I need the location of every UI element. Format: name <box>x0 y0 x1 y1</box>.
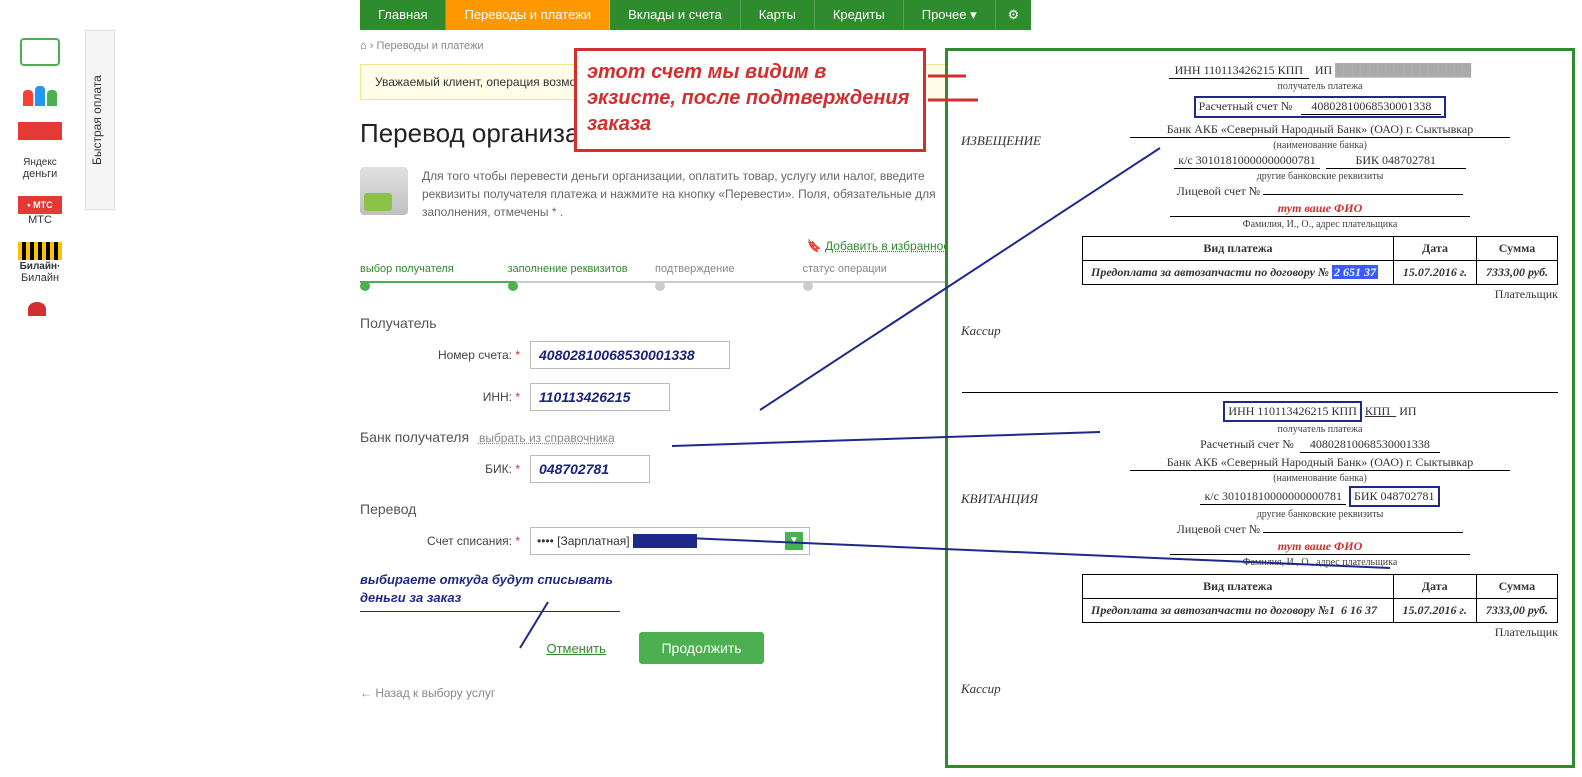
account-input[interactable] <box>530 341 730 369</box>
red-badge-icon <box>18 122 62 140</box>
sidebar-item-memory[interactable] <box>0 292 80 336</box>
yandex-label: деньги <box>23 168 58 180</box>
beeline-label: Билайн <box>21 272 59 284</box>
debit-account-label: Счет списания: * <box>360 534 530 548</box>
sidebar-item-phone[interactable] <box>0 30 80 74</box>
nav-main[interactable]: Главная <box>360 0 446 30</box>
inn-label: ИНН: * <box>360 390 530 404</box>
inn-highlight: ИНН 110113426215 КПП <box>1223 401 1361 422</box>
account-highlight: Расчетный счет № 40802810068530001338 <box>1194 96 1447 118</box>
sidebar-item-red[interactable] <box>0 114 80 148</box>
bookmark-icon: 🔖 <box>807 239 822 253</box>
nav-deposits[interactable]: Вклады и счета <box>610 0 741 30</box>
payment-table-2: Вид платежаДатаСумма Предоплата за автоз… <box>1082 574 1558 623</box>
section-recipient: Получатель <box>360 315 950 331</box>
cashier-label-2: Кассир <box>961 681 1001 697</box>
people-icon <box>18 82 62 106</box>
quick-pay-tab[interactable]: Быстрая оплата <box>85 30 115 210</box>
receipt-label: КВИТАНЦИЯ <box>961 491 1038 507</box>
receipt-panel: ИЗВЕЩЕНИЕ Кассир ИНН 110113426215 КПП ИП… <box>945 48 1575 768</box>
step-status: статус операции <box>803 263 951 291</box>
beeline-badge-label: Билайн· <box>20 261 61 272</box>
nav-transfers[interactable]: Переводы и платежи <box>446 0 610 30</box>
building-card-icon <box>360 167 408 215</box>
section-transfer: Перевод <box>360 501 950 517</box>
back-link[interactable]: ← Назад к выбору услуг <box>360 686 950 700</box>
mts-badge-icon: • МТС <box>18 196 62 214</box>
sidebar-item-mts[interactable]: • МТСМТС <box>0 188 80 234</box>
payment-table-1: Вид платежаДатаСумма Предоплата за автоз… <box>1082 236 1558 285</box>
sidebar-item-yandex[interactable]: Яндексденьги <box>0 148 80 188</box>
nav-credits[interactable]: Кредиты <box>815 0 904 30</box>
phone-icon <box>20 38 60 66</box>
bik-label: БИК: * <box>360 462 530 476</box>
dictionary-link[interactable]: выбрать из справочника <box>479 431 615 445</box>
sidebar-item-beeline[interactable]: Билайн·Билайн <box>0 234 80 292</box>
intro-text: Для того чтобы перевести деньги организа… <box>422 167 950 221</box>
nav-other[interactable]: Прочее ▾ <box>904 0 996 30</box>
beeline-badge-icon <box>18 242 62 260</box>
section-recipient-bank: Банк получателя выбрать из справочника <box>360 429 950 445</box>
step-confirm: подтверждение <box>655 263 803 291</box>
bik-highlight: БИК 048702781 <box>1349 486 1440 507</box>
topnav: Главная Переводы и платежи Вклады и счет… <box>360 0 1031 30</box>
account-label: Номер счета: * <box>360 348 530 362</box>
breadcrumb-transfers[interactable]: Переводы и платежи <box>376 40 483 52</box>
debit-account-select[interactable]: •••• [Зарплатная] xxxx ▼ <box>530 527 810 555</box>
fio-placeholder: тут ваше ФИО <box>1170 201 1470 217</box>
gear-icon[interactable]: ⚙ <box>996 0 1032 30</box>
mts-label: МТС <box>28 214 52 226</box>
steps: выбор получателя заполнение реквизитов п… <box>360 263 950 291</box>
notice-label: ИЗВЕЩЕНИЕ <box>961 133 1041 149</box>
flower-icon <box>18 300 62 328</box>
continue-button[interactable]: Продолжить <box>639 632 763 664</box>
help-note-debit: выбираете откуда будут списывать деньги … <box>360 571 620 612</box>
inn-line: ИНН 110113426215 КПП <box>1169 63 1309 79</box>
annotation-account: этот счет мы видим в экзисте, после подт… <box>574 48 926 152</box>
sidebar-item-people[interactable] <box>0 74 80 114</box>
cancel-link[interactable]: Отменить <box>546 641 605 656</box>
inn-input[interactable] <box>530 383 670 411</box>
chevron-down-icon: ▾ <box>970 7 977 22</box>
cashier-label: Кассир <box>961 323 1001 339</box>
fio-placeholder-2: тут ваше ФИО <box>1170 539 1470 555</box>
nav-cards[interactable]: Карты <box>741 0 815 30</box>
bik-input[interactable] <box>530 455 650 483</box>
step-recipient: выбор получателя <box>360 263 508 291</box>
sidebar-left: Яндексденьги • МТСМТС Билайн·Билайн <box>0 30 80 336</box>
add-favorite-link[interactable]: Добавить в избранное <box>825 239 950 253</box>
chevron-down-icon: ▼ <box>785 532 803 550</box>
breadcrumb-home[interactable]: ⌂ <box>360 40 367 52</box>
step-details: заполнение реквизитов <box>508 263 656 291</box>
